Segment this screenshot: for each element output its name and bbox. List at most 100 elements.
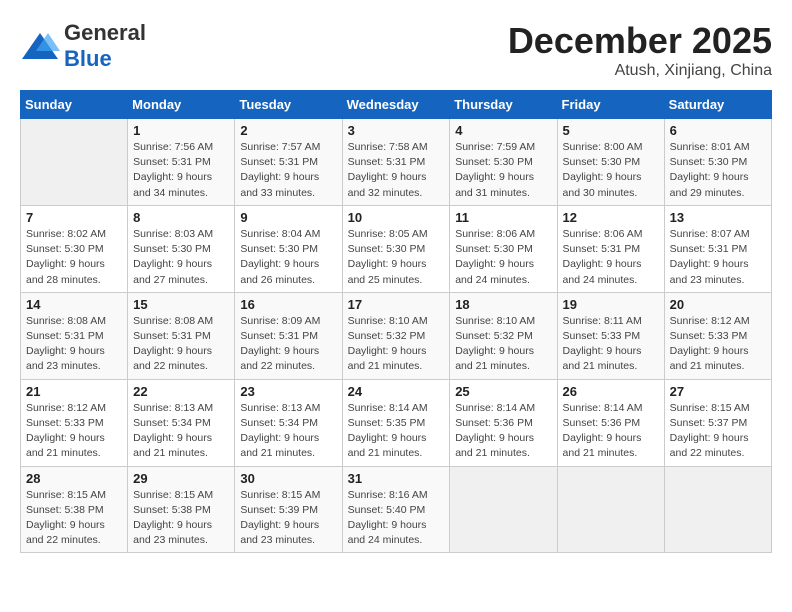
calendar-cell: 6Sunrise: 8:01 AMSunset: 5:30 PMDaylight… <box>664 119 771 206</box>
location: Atush, Xinjiang, China <box>508 62 772 80</box>
calendar-week-row: 21Sunrise: 8:12 AMSunset: 5:33 PMDayligh… <box>21 379 772 466</box>
logo-blue-text: Blue <box>64 46 112 71</box>
day-number: 26 <box>563 384 659 399</box>
day-number: 14 <box>26 297 122 312</box>
calendar-cell: 24 Sunrise: 8:14 AMSunset: 5:35 PMDayligh… <box>342 379 450 466</box>
day-info: Sunrise: 8:05 AMSunset: 5:30 PMDaylight:… <box>348 227 445 288</box>
day-number: 31 <box>348 471 445 486</box>
calendar-cell: 8 Sunrise: 8:03 AMSunset: 5:30 PMDaylight… <box>128 205 235 292</box>
calendar-week-row: 1 Sunrise: 7:56 AMSunset: 5:31 PMDaylight… <box>21 119 772 206</box>
day-number: 13 <box>670 210 766 225</box>
day-info: Sunrise: 8:04 AMSunset: 5:30 PMDaylight:… <box>240 227 336 288</box>
day-info: Sunrise: 8:10 AMSunset: 5:32 PMDaylight:… <box>348 314 445 375</box>
calendar-cell <box>21 119 128 206</box>
day-number: 24 <box>348 384 445 399</box>
calendar-cell: 28 Sunrise: 8:15 AMSunset: 5:38 PMDayligh… <box>21 466 128 553</box>
day-info: Sunrise: 8:14 AMSunset: 5:36 PMDaylight:… <box>563 401 659 462</box>
day-number: 28 <box>26 471 122 486</box>
day-number: 11 <box>455 210 551 225</box>
day-number: 5 <box>563 123 659 138</box>
day-info: Sunrise: 7:59 AMSunset: 5:30 PMDaylight:… <box>455 140 551 201</box>
calendar-table: SundayMondayTuesdayWednesdayThursdayFrid… <box>20 90 772 553</box>
day-info: Sunrise: 8:07 AMSunset: 5:31 PMDaylight:… <box>670 227 766 288</box>
calendar-cell: 16 Sunrise: 8:09 AMSunset: 5:31 PMDayligh… <box>235 292 342 379</box>
day-number: 25 <box>455 384 551 399</box>
day-info: Sunrise: 8:12 AMSunset: 5:33 PMDaylight:… <box>670 314 766 375</box>
day-info: Sunrise: 7:57 AMSunset: 5:31 PMDaylight:… <box>240 140 336 201</box>
day-number: 17 <box>348 297 445 312</box>
calendar-cell: 19 Sunrise: 8:11 AMSunset: 5:33 PMDayligh… <box>557 292 664 379</box>
logo-general-text: General <box>64 20 146 45</box>
day-number: 23 <box>240 384 336 399</box>
calendar-cell: 18Sunrise: 8:10 AMSunset: 5:32 PMDayligh… <box>450 292 557 379</box>
day-info: Sunrise: 8:11 AMSunset: 5:33 PMDaylight:… <box>563 314 659 375</box>
day-info: Sunrise: 8:14 AMSunset: 5:35 PMDaylight:… <box>348 401 445 462</box>
calendar-cell: 27 Sunrise: 8:15 AMSunset: 5:37 PMDayligh… <box>664 379 771 466</box>
day-number: 6 <box>670 123 766 138</box>
calendar-cell: 12Sunrise: 8:06 AMSunset: 5:31 PMDayligh… <box>557 205 664 292</box>
day-number: 4 <box>455 123 551 138</box>
day-info: Sunrise: 7:56 AMSunset: 5:31 PMDaylight:… <box>133 140 229 201</box>
day-number: 7 <box>26 210 122 225</box>
day-info: Sunrise: 8:00 AMSunset: 5:30 PMDaylight:… <box>563 140 659 201</box>
day-number: 22 <box>133 384 229 399</box>
day-number: 9 <box>240 210 336 225</box>
calendar-cell: 26 Sunrise: 8:14 AMSunset: 5:36 PMDayligh… <box>557 379 664 466</box>
title-block: December 2025 Atush, Xinjiang, China <box>508 20 772 80</box>
calendar-week-row: 28 Sunrise: 8:15 AMSunset: 5:38 PMDayligh… <box>21 466 772 553</box>
calendar-cell: 23 Sunrise: 8:13 AMSunset: 5:34 PMDayligh… <box>235 379 342 466</box>
calendar-cell: 4 Sunrise: 7:59 AMSunset: 5:30 PMDaylight… <box>450 119 557 206</box>
calendar-cell: 15Sunrise: 8:08 AMSunset: 5:31 PMDayligh… <box>128 292 235 379</box>
day-info: Sunrise: 7:58 AMSunset: 5:31 PMDaylight:… <box>348 140 445 201</box>
day-info: Sunrise: 8:13 AMSunset: 5:34 PMDaylight:… <box>240 401 336 462</box>
calendar-cell: 14Sunrise: 8:08 AMSunset: 5:31 PMDayligh… <box>21 292 128 379</box>
day-number: 16 <box>240 297 336 312</box>
month-title: December 2025 <box>508 20 772 62</box>
day-number: 20 <box>670 297 766 312</box>
weekday-header: Sunday <box>21 91 128 119</box>
day-number: 27 <box>670 384 766 399</box>
calendar-cell: 30Sunrise: 8:15 AMSunset: 5:39 PMDayligh… <box>235 466 342 553</box>
day-info: Sunrise: 8:16 AMSunset: 5:40 PMDaylight:… <box>348 488 445 549</box>
day-number: 2 <box>240 123 336 138</box>
day-info: Sunrise: 8:14 AMSunset: 5:36 PMDaylight:… <box>455 401 551 462</box>
calendar-header-row: SundayMondayTuesdayWednesdayThursdayFrid… <box>21 91 772 119</box>
day-number: 19 <box>563 297 659 312</box>
calendar-cell: 9 Sunrise: 8:04 AMSunset: 5:30 PMDaylight… <box>235 205 342 292</box>
calendar-cell: 21Sunrise: 8:12 AMSunset: 5:33 PMDayligh… <box>21 379 128 466</box>
day-info: Sunrise: 8:09 AMSunset: 5:31 PMDaylight:… <box>240 314 336 375</box>
day-number: 8 <box>133 210 229 225</box>
day-number: 15 <box>133 297 229 312</box>
calendar-cell: 5 Sunrise: 8:00 AMSunset: 5:30 PMDaylight… <box>557 119 664 206</box>
calendar-cell: 1 Sunrise: 7:56 AMSunset: 5:31 PMDaylight… <box>128 119 235 206</box>
day-info: Sunrise: 8:10 AMSunset: 5:32 PMDaylight:… <box>455 314 551 375</box>
day-info: Sunrise: 8:15 AMSunset: 5:38 PMDaylight:… <box>26 488 122 549</box>
day-info: Sunrise: 8:03 AMSunset: 5:30 PMDaylight:… <box>133 227 229 288</box>
day-info: Sunrise: 8:15 AMSunset: 5:38 PMDaylight:… <box>133 488 229 549</box>
calendar-cell <box>557 466 664 553</box>
weekday-header: Wednesday <box>342 91 450 119</box>
calendar-cell <box>664 466 771 553</box>
calendar-cell: 10 Sunrise: 8:05 AMSunset: 5:30 PMDayligh… <box>342 205 450 292</box>
day-info: Sunrise: 8:15 AMSunset: 5:37 PMDaylight:… <box>670 401 766 462</box>
weekday-header: Friday <box>557 91 664 119</box>
weekday-header: Saturday <box>664 91 771 119</box>
calendar-cell: 25 Sunrise: 8:14 AMSunset: 5:36 PMDayligh… <box>450 379 557 466</box>
calendar-cell: 13 Sunrise: 8:07 AMSunset: 5:31 PMDayligh… <box>664 205 771 292</box>
calendar-cell <box>450 466 557 553</box>
day-number: 29 <box>133 471 229 486</box>
calendar-week-row: 7 Sunrise: 8:02 AMSunset: 5:30 PMDaylight… <box>21 205 772 292</box>
day-info: Sunrise: 8:02 AMSunset: 5:30 PMDaylight:… <box>26 227 122 288</box>
day-number: 12 <box>563 210 659 225</box>
calendar-cell: 22Sunrise: 8:13 AMSunset: 5:34 PMDayligh… <box>128 379 235 466</box>
weekday-header: Thursday <box>450 91 557 119</box>
calendar-cell: 2 Sunrise: 7:57 AMSunset: 5:31 PMDaylight… <box>235 119 342 206</box>
day-number: 3 <box>348 123 445 138</box>
logo-icon <box>20 31 60 61</box>
weekday-header: Monday <box>128 91 235 119</box>
day-number: 10 <box>348 210 445 225</box>
weekday-header: Tuesday <box>235 91 342 119</box>
day-number: 1 <box>133 123 229 138</box>
calendar-week-row: 14Sunrise: 8:08 AMSunset: 5:31 PMDayligh… <box>21 292 772 379</box>
day-number: 30 <box>240 471 336 486</box>
